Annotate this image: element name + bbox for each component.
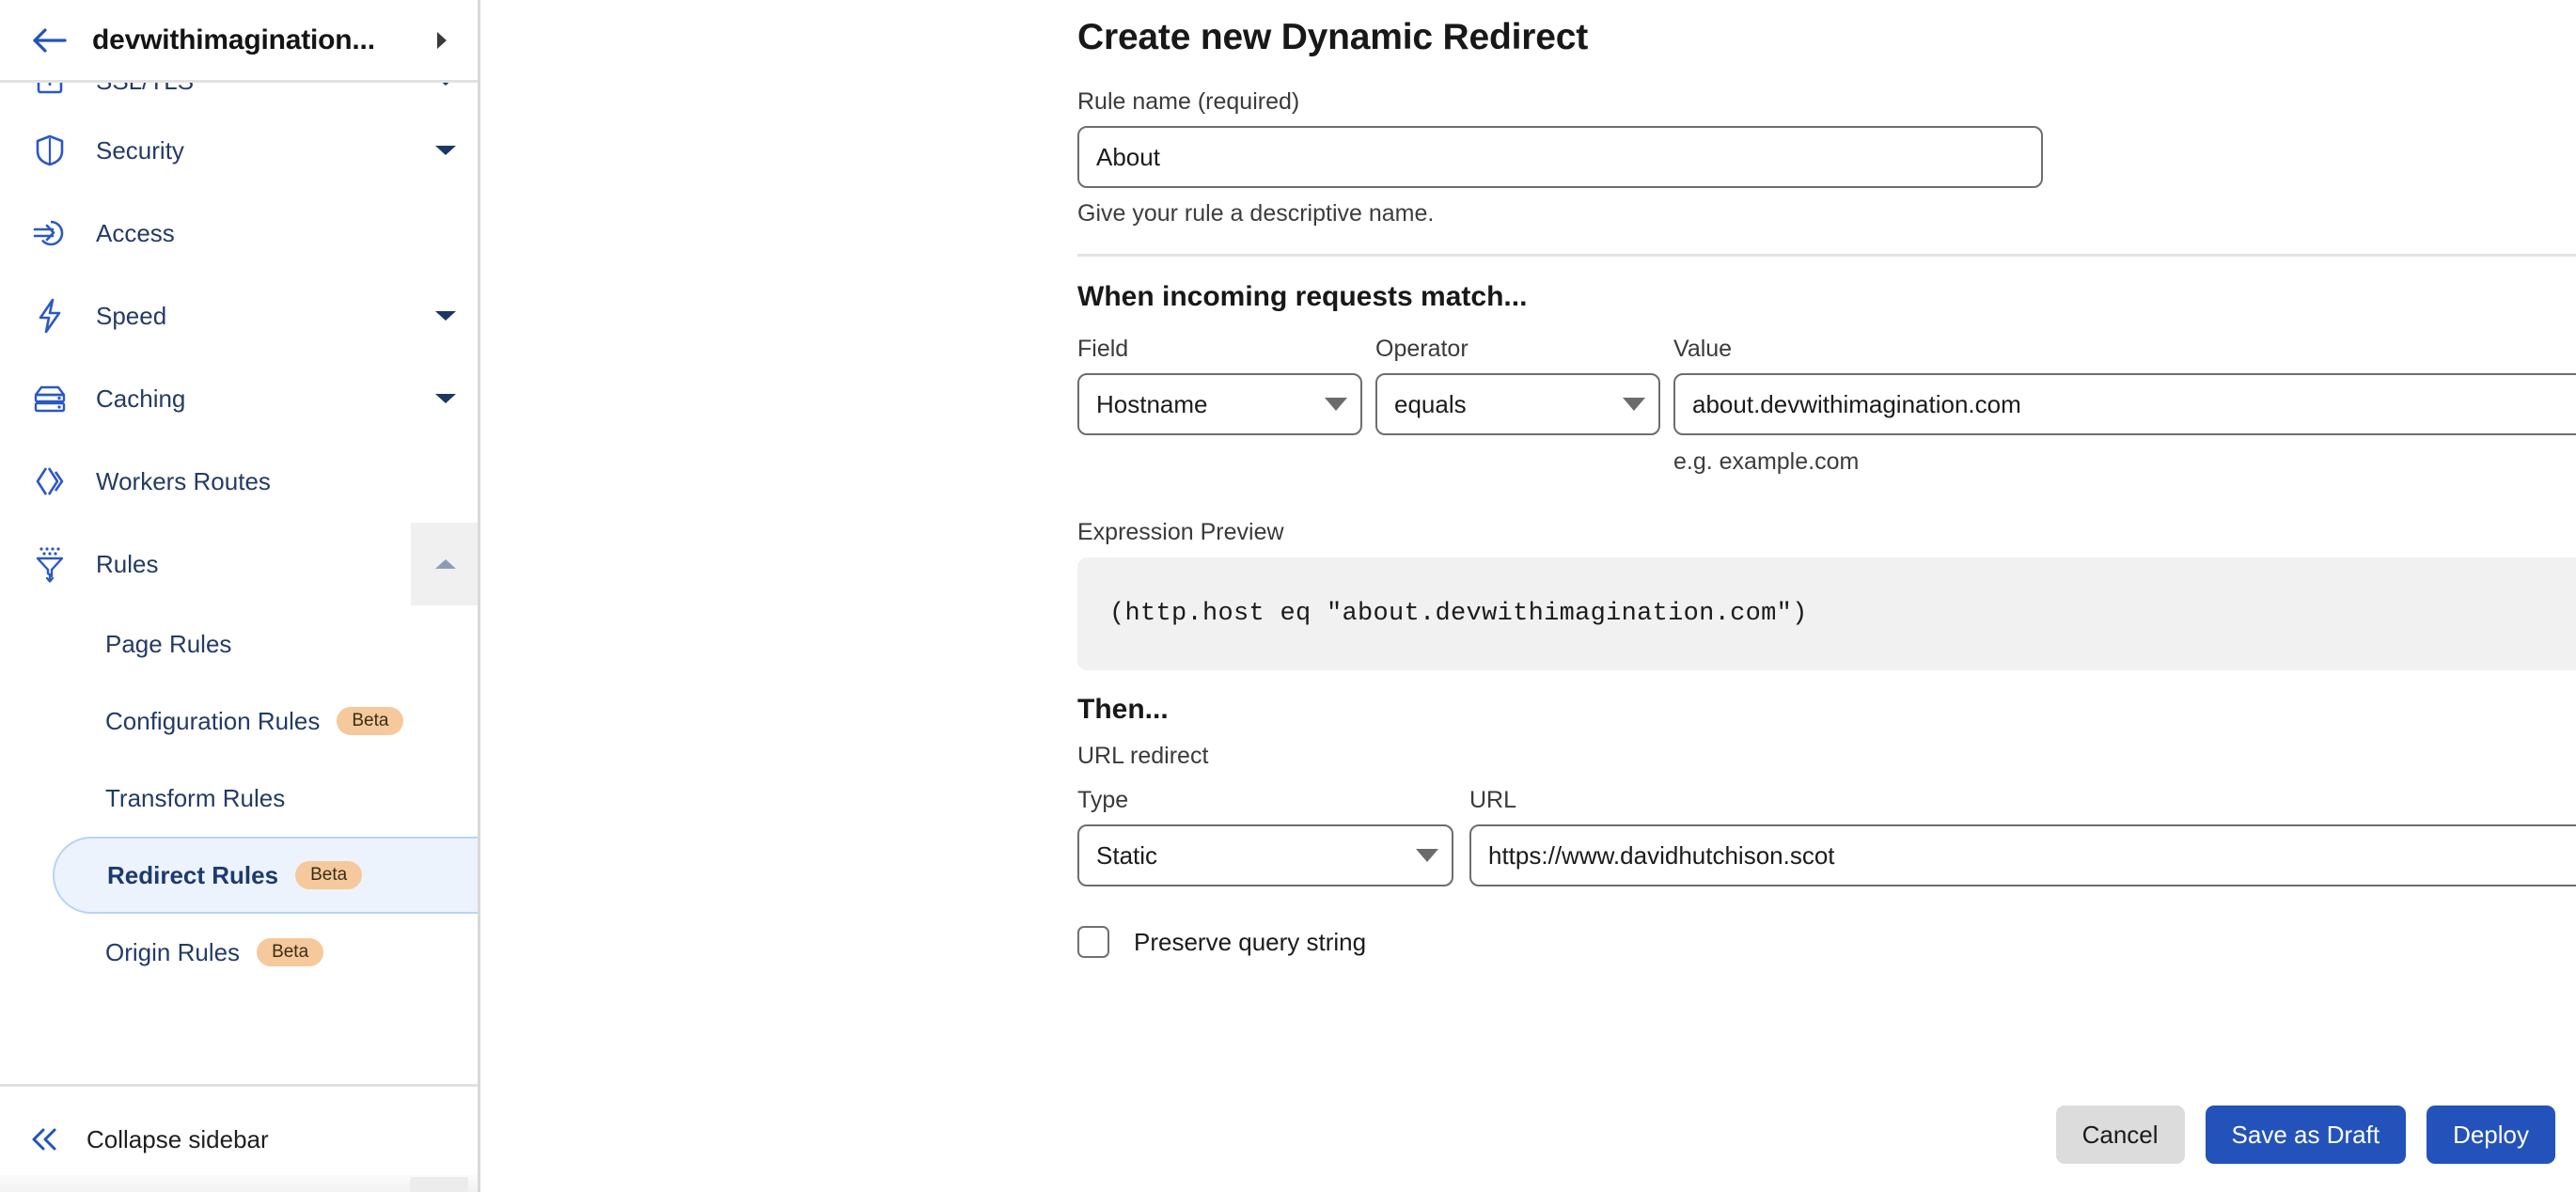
beta-badge: Beta xyxy=(295,861,363,889)
sidebar-header: devwithimagination... xyxy=(0,0,478,80)
deploy-button[interactable]: Deploy xyxy=(2427,1106,2555,1164)
url-redirect-subheading: URL redirect xyxy=(1077,743,1209,769)
url-input[interactable]: https://www.davidhutchison.scot xyxy=(1469,824,2576,886)
main-content: Create new Dynamic Redirect Rule name (r… xyxy=(480,0,2576,1192)
expression-header: Expression Preview Edit expression xyxy=(1077,517,2576,546)
sidebar-item-label: Security xyxy=(96,135,184,165)
sidebar-subitem-label: Origin Rules xyxy=(105,937,241,966)
back-arrow-icon[interactable] xyxy=(28,19,71,62)
chevron-up-icon[interactable] xyxy=(411,523,478,605)
condition-row: Field Hostname Operator equals Value abo… xyxy=(1077,336,2576,476)
save-as-draft-button[interactable]: Save as Draft xyxy=(2205,1106,2407,1164)
sidebar-item-transform-rules[interactable]: Transform Rules xyxy=(0,760,478,837)
workers-chevrons-icon xyxy=(30,462,70,501)
shield-icon xyxy=(30,131,70,170)
collapse-sidebar-label: Collapse sidebar xyxy=(86,1124,269,1153)
field-group: Field Hostname xyxy=(1077,336,1362,435)
chevron-down-icon[interactable] xyxy=(411,109,478,192)
sidebar-item-label: Rules xyxy=(96,549,159,578)
chevron-down-icon[interactable] xyxy=(411,357,478,440)
sidebar-header-divider xyxy=(0,80,478,83)
sidebar-item-workers-routes[interactable]: Workers Routes xyxy=(0,440,478,523)
expression-preview-label: Expression Preview xyxy=(1077,519,1284,545)
sidebar-scrollbar-thumb[interactable] xyxy=(410,1177,468,1192)
url-group: URL https://www.davidhutchison.scot xyxy=(1469,787,2576,886)
rule-name-help: Give your rule a descriptive name. xyxy=(1077,200,1435,227)
chevron-down-icon[interactable] xyxy=(411,274,478,357)
value-label: Value xyxy=(1673,336,1733,362)
preserve-query-label: Preserve query string xyxy=(1134,927,1367,956)
server-stack-icon xyxy=(30,379,70,418)
preserve-query-row[interactable]: Preserve query string xyxy=(1077,926,2576,958)
operator-label: Operator xyxy=(1375,336,1469,362)
zone-title: devwithimagination... xyxy=(92,24,375,55)
sidebar-item-ssl-tls[interactable]: SSL/TLS xyxy=(0,83,478,109)
access-arrow-icon xyxy=(30,213,70,253)
operator-select-value: equals xyxy=(1394,389,1467,418)
app-root: devwithimagination... SSL/TLS xyxy=(0,0,2576,1192)
preserve-query-checkbox[interactable] xyxy=(1077,926,1109,958)
sidebar-item-configuration-rules[interactable]: Configuration Rules Beta xyxy=(0,682,478,760)
expression-preview-box: (http.host eq "about.devwithimagination.… xyxy=(1077,557,2576,670)
chevron-down-icon xyxy=(1416,849,1438,862)
page-title: Create new Dynamic Redirect xyxy=(1077,17,1588,57)
chevrons-left-icon xyxy=(24,1119,66,1160)
cancel-button[interactable]: Cancel xyxy=(2055,1106,2185,1164)
sidebar-item-caching[interactable]: Caching xyxy=(0,357,478,440)
field-label: Field xyxy=(1077,336,1129,362)
sidebar-subitem-label: Configuration Rules xyxy=(105,706,321,735)
sidebar-item-speed[interactable]: Speed xyxy=(0,274,478,357)
lock-icon xyxy=(30,83,70,101)
field-select-value: Hostname xyxy=(1096,389,1208,418)
then-row: Type Static URL https://www.davidhutchis… xyxy=(1077,787,2576,886)
chevron-down-icon xyxy=(1623,398,1645,411)
type-group: Type Static xyxy=(1077,787,1453,886)
field-select[interactable]: Hostname xyxy=(1077,373,1362,435)
operator-group: Operator equals xyxy=(1375,336,1660,435)
funnel-icon xyxy=(30,544,70,584)
sidebar: devwithimagination... SSL/TLS xyxy=(0,0,480,1192)
sidebar-scrollbar[interactable] xyxy=(0,1175,478,1192)
value-input[interactable]: about.devwithimagination.com xyxy=(1673,373,2576,435)
sidebar-item-label: Caching xyxy=(96,384,186,413)
rule-name-label: Rule name (required) xyxy=(1077,88,1300,115)
sidebar-nav-list: SSL/TLS Security xyxy=(0,83,478,991)
sidebar-item-label: SSL/TLS xyxy=(96,83,194,96)
expression-section: Expression Preview Edit expression (http… xyxy=(1077,517,2576,670)
url-label: URL xyxy=(1469,787,1517,813)
rule-name-group: Rule name (required) About Give your rul… xyxy=(1077,88,2576,227)
sidebar-item-origin-rules[interactable]: Origin Rules Beta xyxy=(0,914,478,991)
sidebar-item-page-rules[interactable]: Page Rules xyxy=(0,605,478,682)
when-section-heading: When incoming requests match... xyxy=(1077,281,1528,312)
value-group: Value about.devwithimagination.com e.g. … xyxy=(1673,336,2576,476)
sidebar-item-label: Access xyxy=(96,218,175,247)
sidebar-item-label: Speed xyxy=(96,301,167,330)
section-divider xyxy=(1077,254,2576,257)
sidebar-scroll-area[interactable]: SSL/TLS Security xyxy=(0,83,478,1087)
then-section-heading: Then... xyxy=(1077,694,1169,725)
sidebar-subitem-label: Page Rules xyxy=(105,629,232,658)
type-label: Type xyxy=(1077,787,1129,813)
sidebar-item-access[interactable]: Access xyxy=(0,192,478,274)
value-help: e.g. example.com xyxy=(1673,448,1860,475)
chevron-down-icon[interactable] xyxy=(411,83,478,109)
lightning-icon xyxy=(30,296,70,336)
footer-actions: Cancel Save as Draft Deploy xyxy=(2055,1106,2555,1164)
operator-select[interactable]: equals xyxy=(1375,373,1660,435)
then-section: Then... URL redirect Type Static URL htt… xyxy=(1077,694,2576,958)
sidebar-item-rules[interactable]: Rules xyxy=(0,523,478,605)
sidebar-item-security[interactable]: Security xyxy=(0,109,478,192)
sidebar-subitem-label: Redirect Rules xyxy=(107,860,279,889)
rule-name-input[interactable]: About xyxy=(1077,126,2043,188)
sidebar-item-redirect-rules[interactable]: Redirect Rules Beta xyxy=(53,837,478,914)
chevron-down-icon xyxy=(1325,398,1347,411)
type-select[interactable]: Static xyxy=(1077,824,1453,886)
when-section: When incoming requests match... Field Ho… xyxy=(1077,281,2576,476)
beta-badge: Beta xyxy=(337,707,404,735)
sidebar-item-label: Workers Routes xyxy=(96,466,271,495)
type-select-value: Static xyxy=(1096,840,1158,870)
beta-badge: Beta xyxy=(257,938,324,966)
chevron-right-icon[interactable] xyxy=(431,29,453,52)
sidebar-subitem-label: Transform Rules xyxy=(105,783,286,812)
